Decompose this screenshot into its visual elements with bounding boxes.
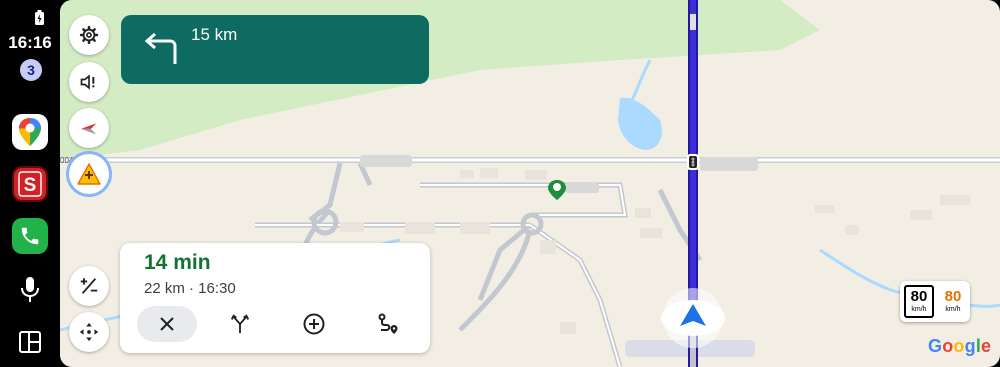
phone-app-icon[interactable] [12, 218, 48, 254]
app-grid-icon[interactable] [18, 330, 42, 354]
turn-left-icon [144, 32, 177, 64]
zoom-toggle-icon [80, 278, 98, 294]
route-overview-button[interactable] [358, 306, 418, 342]
google-logo: Google [928, 336, 992, 356]
close-icon [160, 317, 174, 331]
compass-button[interactable] [69, 108, 109, 148]
speed-limit-unit: km/h [911, 306, 927, 313]
microphone-icon[interactable] [18, 276, 42, 304]
google-maps-icon [19, 118, 41, 146]
phone-icon [21, 227, 39, 245]
eta-duration: 14 min [144, 251, 211, 274]
poi-marker[interactable] [548, 180, 566, 200]
s-app-icon[interactable]: S [12, 166, 48, 202]
trip-summary-card[interactable]: 14 min 22 km · 16:30 [120, 243, 430, 353]
navigation-banner[interactable]: 15 km [121, 15, 429, 84]
zoom-button[interactable] [69, 266, 109, 306]
sound-alert-icon [80, 74, 95, 90]
current-speed-value: 80 [944, 288, 962, 305]
settings-button[interactable] [69, 15, 109, 55]
speed-indicator: 80 km/h 80 km/h [900, 281, 970, 322]
report-incident-button[interactable] [69, 154, 109, 194]
audio-button[interactable] [69, 62, 109, 102]
report-hazard-icon [77, 163, 101, 185]
battery-charging-icon [35, 10, 44, 25]
current-speed: 80 km/h [938, 285, 968, 318]
android-auto-screen: 16:16 3 S 004 15 km 14 min 22 km · 16:30… [0, 0, 1000, 367]
route-overview-icon [378, 313, 398, 334]
google-maps-app-icon[interactable] [12, 114, 48, 150]
s-app-letter: S [24, 175, 37, 196]
compass-icon [80, 123, 97, 135]
recenter-icon [79, 322, 99, 342]
maneuver-distance: 15 km [191, 25, 238, 44]
app-rail: 16:16 3 S [0, 0, 60, 367]
traffic-signal-icon [687, 154, 699, 170]
speed-limit-value: 80 [910, 288, 928, 305]
current-speed-unit: km/h [945, 306, 961, 313]
trip-summary: 22 km · 16:30 [144, 280, 236, 297]
gear-icon [79, 25, 99, 45]
alt-routes-icon [230, 314, 250, 334]
notification-badge[interactable]: 3 [20, 59, 42, 81]
recenter-button[interactable] [69, 312, 109, 352]
status-clock: 16:16 [8, 33, 52, 52]
add-stop-button[interactable] [284, 306, 344, 342]
speed-limit-sign: 80 km/h [904, 285, 934, 318]
close-navigation-button[interactable] [137, 306, 197, 342]
alternate-routes-button[interactable] [210, 306, 270, 342]
add-stop-icon [303, 313, 325, 335]
